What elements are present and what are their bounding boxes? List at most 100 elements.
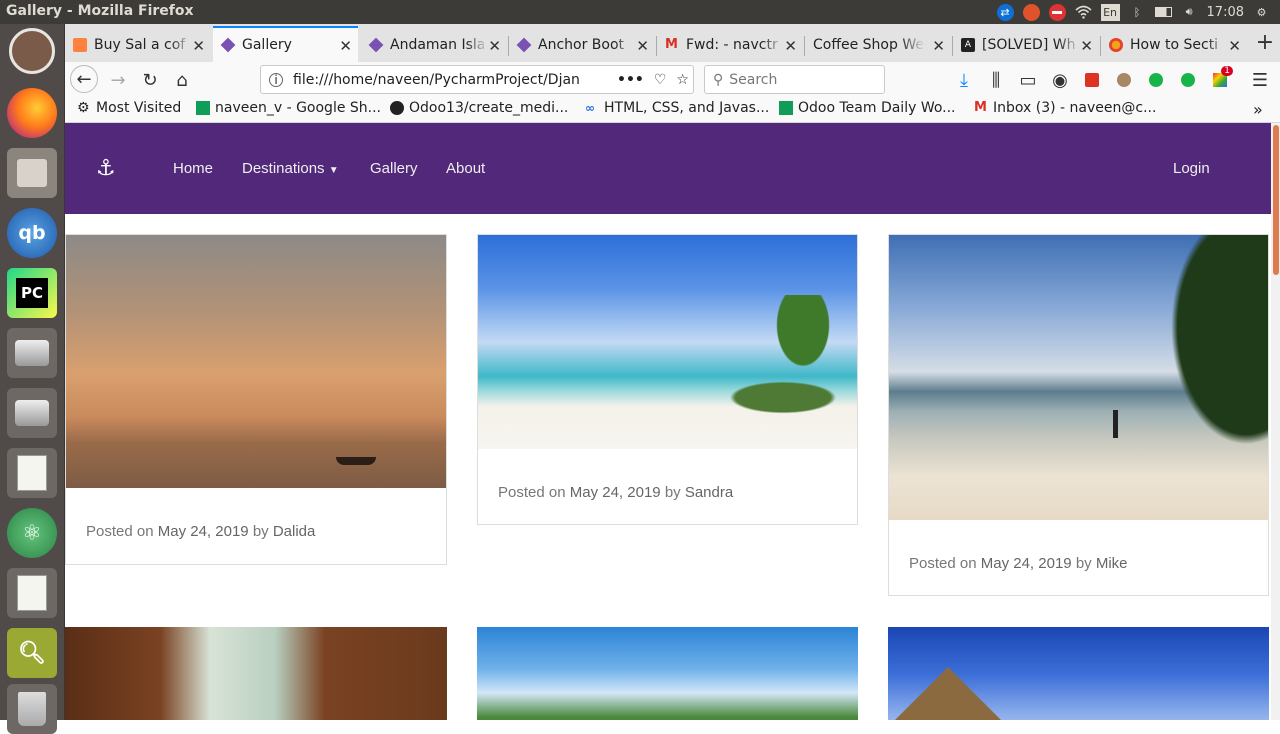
teamviewer-icon[interactable]: ⇄ <box>996 3 1014 21</box>
tab-gallery[interactable]: Gallery ✕ <box>213 26 358 62</box>
sunset-boat-image[interactable] <box>66 235 446 488</box>
page-scrollbar[interactable] <box>1271 123 1280 720</box>
url-bar[interactable]: i file:///home/naveen/PycharmProject/Dja… <box>260 65 694 94</box>
pocket-icon[interactable]: ♡ <box>654 72 667 88</box>
thatched-hut-image[interactable] <box>888 627 1269 720</box>
new-tab-button[interactable]: + <box>1250 28 1280 56</box>
tab-buy-coffee[interactable]: Buy Sal a cof ✕ <box>65 28 211 62</box>
bookmark-most-visited[interactable]: ⚙ Most Visited <box>77 100 181 116</box>
library-icon[interactable]: ⫼ <box>981 66 1011 94</box>
bookmark-inbox[interactable]: M Inbox (3) - naveen@c... <box>974 100 1156 116</box>
close-tab-icon[interactable]: ✕ <box>339 37 352 55</box>
close-tab-icon[interactable]: ✕ <box>488 37 501 55</box>
trash-icon[interactable] <box>7 684 57 734</box>
post-author[interactable]: Dalida <box>273 523 316 540</box>
posted-label: Posted on <box>498 484 566 501</box>
reload-button[interactable]: ↻ <box>135 66 165 94</box>
atom-icon[interactable]: ⚛ <box>7 508 57 558</box>
bookmark-google-sheets[interactable]: naveen_v - Google Sh... <box>196 100 381 116</box>
tab-gmail-fwd[interactable]: M Fwd: - navctr ✕ <box>657 28 803 62</box>
clock[interactable]: 17:08 <box>1207 5 1244 20</box>
bookmark-label: HTML, CSS, and Javas... <box>604 100 770 116</box>
nav-home[interactable]: Home <box>173 160 213 177</box>
post-date[interactable]: May 24, 2019 <box>570 484 661 501</box>
addon-color-icon[interactable]: 1 <box>1205 66 1235 94</box>
firefox-icon[interactable] <box>7 88 57 138</box>
disk-drive-icon[interactable] <box>7 328 57 378</box>
bookmark-github-odoo[interactable]: Odoo13/create_medi... <box>390 100 568 116</box>
tab-label: How to Secti <box>1130 37 1219 53</box>
addon-green-icon[interactable] <box>1141 66 1171 94</box>
nav-destinations[interactable]: Destinations ▼ <box>242 160 339 177</box>
shore-person-image[interactable] <box>889 235 1268 520</box>
gallery-card <box>888 627 1269 720</box>
power-gear-icon[interactable]: ⚙ <box>1253 4 1270 21</box>
close-tab-icon[interactable]: ✕ <box>932 37 945 55</box>
pycharm-icon[interactable]: PC <box>7 268 57 318</box>
file-manager-icon[interactable] <box>7 148 57 198</box>
nav-gallery[interactable]: Gallery <box>370 160 418 177</box>
gallery-card: Posted on May 24, 2019 by Mike <box>888 234 1269 596</box>
wifi-icon[interactable] <box>1074 4 1092 21</box>
addon-red-icon[interactable] <box>1077 66 1107 94</box>
post-date[interactable]: May 24, 2019 <box>981 555 1072 572</box>
page-info-icon[interactable]: i <box>269 72 283 87</box>
close-tab-icon[interactable]: ✕ <box>636 37 649 55</box>
tab-label: Gallery <box>242 37 292 53</box>
tab-anchor-boot[interactable]: Anchor Boot ✕ <box>509 28 655 62</box>
tab-label: Buy Sal a cof <box>94 37 186 53</box>
anchor-logo-icon[interactable]: ⚓ <box>96 156 116 181</box>
account-icon[interactable]: ◉ <box>1045 66 1075 94</box>
addon-person-icon[interactable] <box>1109 66 1139 94</box>
bookmark-html-css[interactable]: ∞ HTML, CSS, and Javas... <box>585 100 769 116</box>
sidebar-icon[interactable]: ▭ <box>1013 66 1043 94</box>
bookmark-star-icon[interactable]: ☆ <box>676 72 689 88</box>
bookmark-odoo-team[interactable]: Odoo Team Daily Wo... <box>779 100 956 116</box>
tab-label: Coffee Shop We <box>813 37 924 53</box>
keyboard-layout-indicator[interactable]: En <box>1100 3 1120 21</box>
qbittorrent-icon[interactable]: qb <box>7 208 57 258</box>
no-entry-icon[interactable] <box>1048 3 1066 21</box>
tab-andaman[interactable]: Andaman Isla ✕ <box>361 28 507 62</box>
tab-coffee-shop[interactable]: Coffee Shop We ✕ <box>805 28 951 62</box>
tab-how-to-section[interactable]: How to Secti ✕ <box>1101 28 1247 62</box>
addon-green-2-icon[interactable] <box>1173 66 1203 94</box>
close-tab-icon[interactable]: ✕ <box>784 37 797 55</box>
island-resort-image[interactable] <box>477 627 858 720</box>
nav-about[interactable]: About <box>446 160 485 177</box>
forward-button[interactable]: → <box>103 66 133 94</box>
home-button[interactable]: ⌂ <box>167 66 197 94</box>
menu-hamburger-icon[interactable]: ☰ <box>1245 66 1275 94</box>
navigation-toolbar: ← → ↻ ⌂ i file:///home/naveen/PycharmPro… <box>65 62 1280 96</box>
scrollbar-thumb[interactable] <box>1273 125 1279 275</box>
page-actions-icon[interactable]: ••• <box>617 72 644 88</box>
github-icon <box>390 101 404 115</box>
post-author[interactable]: Sandra <box>685 484 733 501</box>
close-tab-icon[interactable]: ✕ <box>1228 37 1241 55</box>
text-editor-icon[interactable] <box>7 448 57 498</box>
notes-editor-icon[interactable] <box>7 568 57 618</box>
ubuntu-dash-icon[interactable] <box>9 28 55 74</box>
post-date[interactable]: May 24, 2019 <box>158 523 249 540</box>
beach-palms-image[interactable] <box>478 235 858 449</box>
update-icon[interactable] <box>1022 3 1040 21</box>
disk-drive-2-icon[interactable] <box>7 388 57 438</box>
volume-icon[interactable]: 🔊︎ <box>1181 4 1198 21</box>
battery-icon[interactable] <box>1154 4 1172 21</box>
bookmarks-overflow-icon[interactable]: » <box>1253 100 1263 119</box>
close-tab-icon[interactable]: ✕ <box>1080 37 1093 55</box>
system-tray: ⇄ En ᛒ 🔊︎ 17:08 ⚙ <box>996 0 1280 24</box>
search-bar[interactable]: ⚲ Search <box>704 65 885 94</box>
downloads-icon[interactable]: ⤓ <box>949 66 979 94</box>
wooden-room-image[interactable] <box>65 627 447 720</box>
image-viewer-icon[interactable]: 🔍︎ <box>7 628 57 678</box>
person-silhouette <box>1113 410 1118 438</box>
bluetooth-icon[interactable]: ᛒ <box>1129 4 1146 21</box>
post-author[interactable]: Mike <box>1096 555 1128 572</box>
close-tab-icon[interactable]: ✕ <box>192 37 205 55</box>
tab-solved[interactable]: A [SOLVED] Wh ✕ <box>953 28 1099 62</box>
nav-login[interactable]: Login <box>1173 160 1210 177</box>
posted-label: Posted on <box>86 523 154 540</box>
back-button[interactable]: ← <box>70 65 98 93</box>
url-text[interactable]: file:///home/naveen/PycharmProject/Djan <box>293 72 609 88</box>
